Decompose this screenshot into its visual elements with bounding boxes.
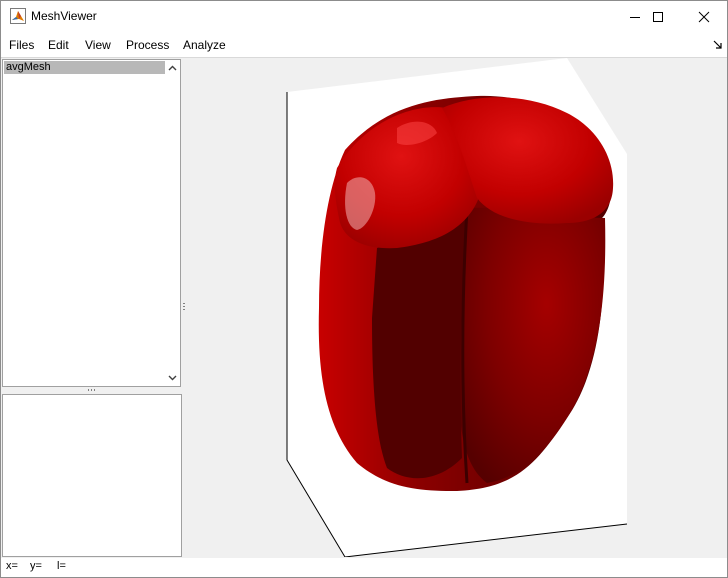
meshviewer-window: MeshViewer Files Edit View Process Analy… (0, 0, 728, 578)
status-l: l= (57, 560, 66, 572)
matlab-icon (10, 8, 26, 24)
menu-bar: Files Edit View Process Analyze (1, 32, 727, 58)
menu-edit[interactable]: Edit (48, 38, 69, 52)
maximize-icon (653, 11, 663, 22)
vertical-splitter-grip[interactable] (182, 301, 186, 313)
status-bar: x= y= l= (1, 558, 727, 577)
status-y: y= (30, 560, 42, 572)
scroll-up-icon[interactable] (167, 63, 178, 74)
menu-analyze[interactable]: Analyze (183, 38, 226, 52)
horizontal-splitter-grip[interactable] (87, 388, 97, 392)
window-title: MeshViewer (31, 9, 97, 23)
mesh-viewport[interactable] (187, 58, 727, 558)
maximize-button[interactable] (635, 1, 681, 32)
close-button[interactable] (681, 1, 727, 32)
close-icon (698, 11, 710, 22)
menu-process[interactable]: Process (126, 38, 169, 52)
status-x: x= (6, 560, 18, 572)
mesh-left-shadow (372, 218, 467, 479)
list-scrollbar[interactable] (165, 60, 180, 386)
title-bar: MeshViewer (1, 1, 727, 32)
menu-view[interactable]: View (85, 38, 111, 52)
undock-arrow-icon[interactable] (713, 40, 723, 50)
mesh-list-panel: avgMesh (2, 59, 181, 387)
info-panel (2, 394, 182, 557)
menu-files[interactable]: Files (9, 38, 34, 52)
list-item-avgmesh[interactable]: avgMesh (4, 61, 165, 74)
mesh-render[interactable] (187, 58, 727, 558)
scroll-down-icon[interactable] (167, 372, 178, 383)
